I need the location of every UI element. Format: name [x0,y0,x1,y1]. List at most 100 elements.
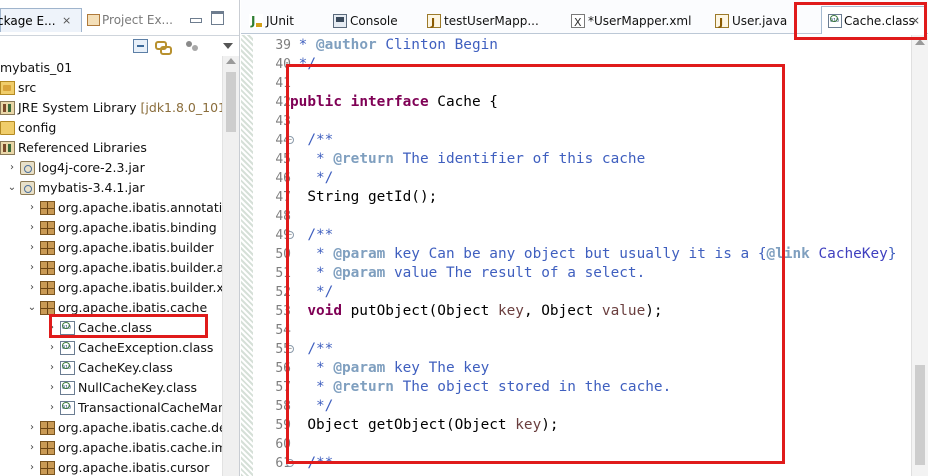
code-line[interactable]: public interface Cache { [290,93,498,112]
tree-item[interactable]: › org.apache.ibatis.builder [0,238,222,258]
code-line[interactable]: * @return The identifier of this cache [290,150,645,169]
editor-tab[interactable]: User.java [715,10,815,34]
class-file-icon [60,361,75,375]
editor-tab-bar: JUnit Console testUserMapp... *UserMapper.x… [241,0,928,34]
line-number: 60 [253,435,291,454]
package-icon [40,301,55,315]
expanded-twisty-icon[interactable]: ⌄ [26,298,38,318]
tree-item[interactable]: mybatis_01 [0,58,222,78]
code-line[interactable]: /** [290,340,333,359]
editor-tab[interactable]: *UserMapper.xml [571,10,709,34]
tree-scrollbar[interactable] [222,56,239,476]
view-menu-icon[interactable] [220,39,235,53]
collapsed-twisty-icon[interactable]: › [26,218,38,238]
editor-scrollbar[interactable] [911,35,928,476]
collapsed-twisty-icon[interactable]: › [26,418,38,438]
tree-item[interactable]: › org.apache.ibatis.builder.an [0,258,222,278]
collapsed-twisty-icon[interactable]: › [26,198,38,218]
tree-item[interactable]: config [0,118,222,138]
tree-item[interactable]: › org.apache.ibatis.cache.imp [0,438,222,458]
package-icon [40,201,55,215]
code-text-area[interactable]: * @author Clinton Begin */ public interfa… [290,35,910,476]
tree-item[interactable]: › CacheKey.class [0,358,222,378]
line-number: 43 [253,112,291,131]
editor-tab[interactable]: Console [333,10,421,32]
minimize-icon[interactable] [187,10,203,24]
collapsed-twisty-icon[interactable]: › [6,158,18,178]
code-line[interactable]: * @return The object stored in the cache… [290,378,671,397]
code-line[interactable]: */ [290,397,333,416]
scroll-up-icon[interactable] [915,39,925,45]
collapsed-twisty-icon[interactable]: › [26,258,38,278]
tree-item-text: Referenced Libraries [18,140,147,155]
tree-item[interactable]: › TransactionalCacheMana [0,398,222,418]
tree-item-label: mybatis-3.4.1.jar [38,178,145,198]
editor-tab[interactable]: JUnit [249,10,327,32]
close-icon[interactable]: ⨯ [911,7,920,35]
code-line[interactable]: */ [290,55,316,74]
code-line[interactable]: * @param key Can be any object but usual… [290,245,897,264]
tree-item[interactable]: › org.apache.ibatis.cursor [0,458,222,476]
tree-item-text: org.apache.ibatis.builder [58,240,214,255]
tree-item[interactable]: › Cache.class [0,318,222,338]
scroll-thumb[interactable] [915,365,925,465]
tree-item[interactable]: › org.apache.ibatis.builder.xn [0,278,222,298]
collapsed-twisty-icon[interactable]: › [26,438,38,458]
code-line[interactable]: Object getObject(Object key); [290,416,558,435]
tree-item-label: CacheException.class [78,338,213,358]
maximize-icon[interactable] [209,10,225,25]
tree-item[interactable]: src [0,78,222,98]
focus-on-task-icon[interactable] [185,39,200,53]
collapsed-twisty-icon[interactable]: › [46,338,58,358]
collapsed-twisty-icon[interactable]: › [46,398,58,418]
tab-project-explorer[interactable]: Project Ex... [83,8,179,32]
tree-item[interactable]: ⌄ mybatis-3.4.1.jar [0,178,222,198]
collapsed-twisty-icon[interactable]: › [26,278,38,298]
code-line[interactable]: * @param value The result of a select. [290,264,645,283]
collapsed-twisty-icon[interactable]: › [46,358,58,378]
expanded-twisty-icon[interactable]: ⌄ [6,178,18,198]
tree-item[interactable]: › NullCacheKey.class [0,378,222,398]
collapsed-twisty-icon[interactable]: › [26,238,38,258]
collapsed-twisty-icon[interactable]: › [46,318,58,338]
collapsed-twisty-icon[interactable]: › [46,378,58,398]
line-number-text: 45 [275,152,291,167]
tree-item[interactable]: › org.apache.ibatis.annotation [0,198,222,218]
editor-tab[interactable]: Cache.class⨯ [821,6,925,34]
xml-file-icon [571,12,585,34]
collapse-all-icon[interactable] [133,39,148,53]
folder-icon [0,121,15,135]
code-line[interactable]: String getId(); [290,188,437,207]
tree-item[interactable]: JRE System Library [jdk1.8.0_101] [0,98,222,118]
tree-item[interactable]: › org.apache.ibatis.binding [0,218,222,238]
collapsed-twisty-icon[interactable]: › [26,458,38,476]
tree-item[interactable]: › CacheException.class [0,338,222,358]
editor-tab[interactable]: testUserMapp... [427,10,565,34]
code-line[interactable]: /** [290,131,333,150]
tree-item[interactable]: Referenced Libraries [0,138,222,158]
tab-package-explorer[interactable]: ckage E... ⨯ [0,8,82,32]
package-explorer-panel: ckage E... ⨯ Project Ex... mybatis_01 src… [0,0,240,476]
code-line[interactable]: * @param key The key [290,359,489,378]
code-line[interactable]: */ [290,283,333,302]
annotation-ruler [241,35,253,476]
code-line[interactable]: /** [290,226,333,245]
line-number: 53 [253,302,291,321]
link-with-editor-icon[interactable] [154,39,172,55]
scroll-up-icon[interactable] [226,58,236,64]
code-line[interactable]: void putObject(Object key, Object value)… [290,302,662,321]
scroll-thumb[interactable] [226,72,236,132]
explorer-tab-bar: ckage E... ⨯ Project Ex... [0,0,239,36]
tree-item[interactable]: ⌄ org.apache.ibatis.cache [0,298,222,318]
tree-item-text: Cache.class [78,320,152,335]
code-line[interactable]: */ [290,169,333,188]
line-number-text: 46 [275,171,291,186]
tree-item[interactable]: › log4j-core-2.3.jar [0,158,222,178]
close-icon[interactable]: ⨯ [62,9,71,33]
class-file-icon [60,401,75,415]
tab-package-explorer-label: ckage E... [0,14,56,28]
code-line[interactable]: /** [290,454,333,473]
code-line[interactable]: * @author Clinton Begin [290,36,498,55]
tree-item[interactable]: › org.apache.ibatis.cache.dec [0,418,222,438]
tree-item-text: log4j-core-2.3.jar [38,160,145,175]
